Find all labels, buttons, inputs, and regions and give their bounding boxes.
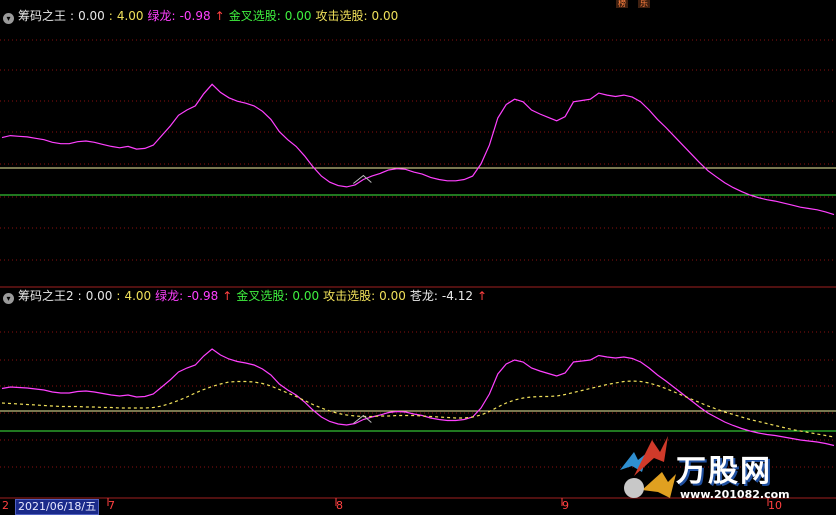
x-axis-tick-label: 8 (336, 499, 343, 512)
series-line-canglong (1, 380, 835, 438)
watermark-url: www.201082.com (680, 488, 790, 501)
x-axis-tick-label: 9 (562, 499, 569, 512)
x-axis-tick-label: 7 (108, 499, 115, 512)
watermark-text: 万股网 (676, 454, 772, 489)
x-axis-left-label: 2 (2, 499, 9, 512)
